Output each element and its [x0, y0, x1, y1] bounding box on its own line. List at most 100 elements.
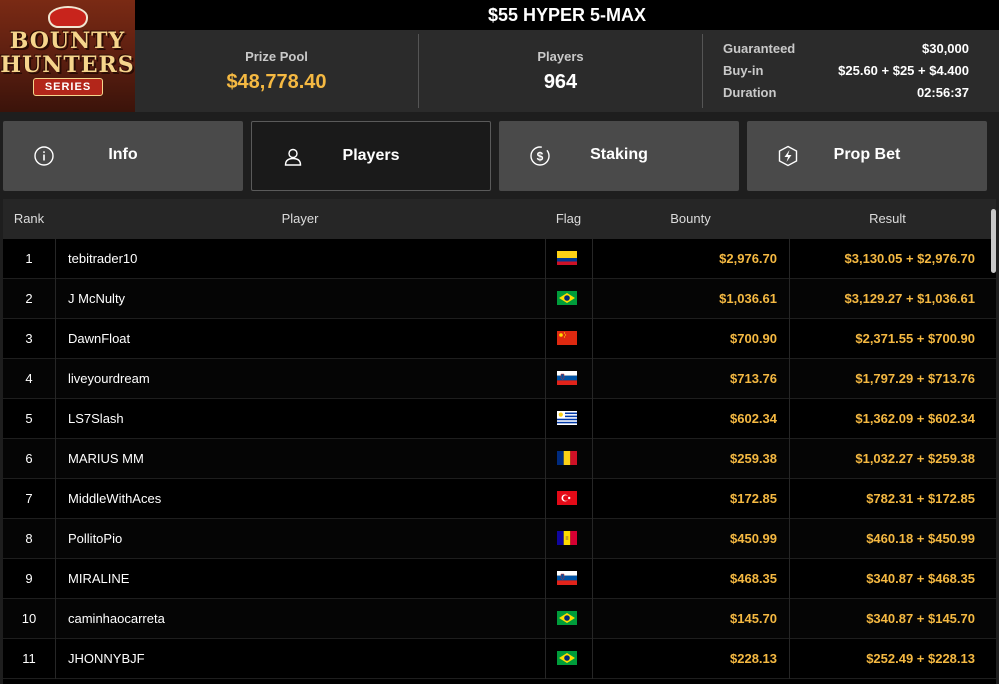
flag-cell	[545, 639, 592, 679]
table-scrollbar[interactable]	[991, 209, 996, 273]
flag-cell	[545, 559, 592, 599]
rank-cell: 11	[22, 651, 36, 666]
bounty-cell: $228.13	[730, 651, 777, 666]
flag-cell	[545, 279, 592, 319]
prize-pool-stat: Prize Pool $48,778.40	[135, 30, 418, 112]
bounty-cell: $172.85	[730, 491, 777, 506]
header-rank[interactable]: Rank	[3, 199, 55, 239]
result-cell: $460.18 + $450.99	[866, 531, 975, 546]
header-bounty[interactable]: Bounty	[592, 199, 789, 239]
bounty-cell: $468.35	[730, 571, 777, 586]
result-cell: $1,797.29 + $713.76	[855, 371, 975, 386]
player-name[interactable]: MIRALINE	[55, 559, 545, 599]
table-row[interactable]: 1 tebitrader10 $2,976.70 $3,130.05 + $2,976…	[3, 239, 996, 279]
rank-cell: 6	[25, 451, 33, 466]
prize-pool-label: Prize Pool	[245, 49, 308, 64]
table-row[interactable]: 10 caminhaocarreta $145.70 $340.87 + $145.7…	[3, 599, 996, 639]
tab-prop-bet[interactable]: Prop Bet	[747, 121, 987, 191]
flag-cell	[545, 399, 592, 439]
table-row[interactable]: 9 MIRALINE $468.35 $340.87 + $468.35	[3, 559, 996, 599]
guaranteed-row: Guaranteed $30,000	[723, 41, 969, 63]
slovenia-flag-icon	[557, 571, 577, 585]
rank-cell: 1	[25, 251, 33, 266]
player-name[interactable]: DawnFloat	[55, 319, 545, 359]
table-row[interactable]: 4 liveyourdream $713.76 $1,797.29 + $713.76	[3, 359, 996, 399]
result-cell: $782.31 + $172.85	[866, 491, 975, 506]
uruguay-flag-icon	[557, 411, 577, 425]
player-name[interactable]: caminhaocarreta	[55, 599, 545, 639]
players-value: 964	[543, 71, 578, 93]
flag-cell	[545, 599, 592, 639]
tab-players[interactable]: Players	[251, 121, 491, 191]
result-cell: $1,032.27 + $259.38	[855, 451, 975, 466]
flag-cell	[545, 519, 592, 559]
brazil-flag-icon	[557, 291, 577, 305]
bounty-cell: $713.76	[730, 371, 777, 386]
rank-cell: 7	[25, 491, 33, 506]
guaranteed-value: $30,000	[922, 41, 969, 56]
tab-staking[interactable]: $ Staking	[499, 121, 739, 191]
players-table[interactable]: Rank Player Flag Bounty Result 1 tebitrad…	[3, 199, 996, 684]
rank-cell: 3	[25, 331, 33, 346]
tab-staking-label: Staking	[590, 146, 648, 163]
tab-players-label: Players	[342, 147, 400, 164]
tournament-stats: Prize Pool $48,778.40 Players 964 Guaran…	[135, 30, 999, 112]
bounty-cell: $145.70	[730, 611, 777, 626]
player-name[interactable]: tebitrader10	[55, 239, 545, 279]
header-result[interactable]: Result	[789, 199, 986, 239]
logo-line1: BOUNTY	[9, 28, 126, 54]
china-flag-icon	[557, 331, 577, 345]
player-name[interactable]: liveyourdream	[55, 359, 545, 399]
duration-value: 02:56:37	[916, 85, 969, 100]
flag-cell	[545, 359, 592, 399]
brazil-flag-icon	[557, 651, 577, 665]
tab-info[interactable]: Info	[3, 121, 243, 191]
duration-label: Duration	[723, 85, 777, 100]
player-name[interactable]: PollitoPio	[55, 519, 545, 559]
logo-line3: SERIES	[33, 78, 103, 96]
table-row[interactable]: 11 JHONNYBJF $228.13 $252.49 + $228.13	[3, 639, 996, 679]
result-cell: $1,362.09 + $602.34	[855, 411, 975, 426]
player-name[interactable]: JHONNYBJF	[55, 639, 545, 679]
result-cell: $340.87 + $145.70	[866, 611, 975, 626]
players-stat: Players 964	[418, 34, 703, 108]
buyin-value: $25.60 + $25 + $4.400	[838, 63, 969, 78]
table-row[interactable]: 7 MiddleWithAces $172.85 $782.31 + $172.85	[3, 479, 996, 519]
result-cell: $2,371.55 + $700.90	[855, 331, 975, 346]
player-name[interactable]: MARIUS MM	[55, 439, 545, 479]
table-row[interactable]: 5 LS7Slash $602.34 $1,362.09 + $602.34	[3, 399, 996, 439]
andorra-flag-icon	[557, 531, 577, 545]
table-row[interactable]: 6 MARIUS MM $259.38 $1,032.27 + $259.38	[3, 439, 996, 479]
buyin-row: Buy-in $25.60 + $25 + $4.400	[723, 63, 969, 85]
rank-cell: 5	[25, 411, 33, 426]
table-row[interactable]: 8 PollitoPio $450.99 $460.18 + $450.99	[3, 519, 996, 559]
player-name[interactable]: J McNulty	[55, 279, 545, 319]
tab-prop-bet-label: Prop Bet	[833, 146, 901, 163]
rank-cell: 2	[25, 291, 33, 306]
result-cell: $252.49 + $228.13	[866, 651, 975, 666]
table-row[interactable]: 3 DawnFloat $700.90 $2,371.55 + $700.90	[3, 319, 996, 359]
guaranteed-label: Guaranteed	[723, 41, 796, 56]
bounty-cell: $700.90	[730, 331, 777, 346]
flag-cell	[545, 439, 592, 479]
prize-pool-value: $48,778.40	[226, 71, 327, 93]
brazil-flag-icon	[557, 611, 577, 625]
header-player[interactable]: Player	[55, 199, 545, 239]
flag-cell	[545, 239, 592, 279]
rank-cell: 8	[25, 531, 33, 546]
result-cell: $3,130.05 + $2,976.70	[844, 251, 975, 266]
table-row[interactable]: 2 J McNulty $1,036.61 $3,129.27 + $1,036.61	[3, 279, 996, 319]
poker-chip-icon	[48, 6, 88, 28]
player-name[interactable]: MiddleWithAces	[55, 479, 545, 519]
slovenia-flag-icon	[557, 371, 577, 385]
bounty-cell: $259.38	[730, 451, 777, 466]
bounty-cell: $602.34	[730, 411, 777, 426]
table-header: Rank Player Flag Bounty Result	[3, 199, 996, 239]
player-name[interactable]: LS7Slash	[55, 399, 545, 439]
turkey-flag-icon	[557, 491, 577, 505]
logo-line2: HUNTERS	[0, 52, 135, 78]
rank-cell: 10	[21, 611, 37, 626]
header-flag[interactable]: Flag	[545, 199, 592, 239]
bounty-cell: $2,976.70	[719, 251, 777, 266]
bounty-cell: $450.99	[730, 531, 777, 546]
